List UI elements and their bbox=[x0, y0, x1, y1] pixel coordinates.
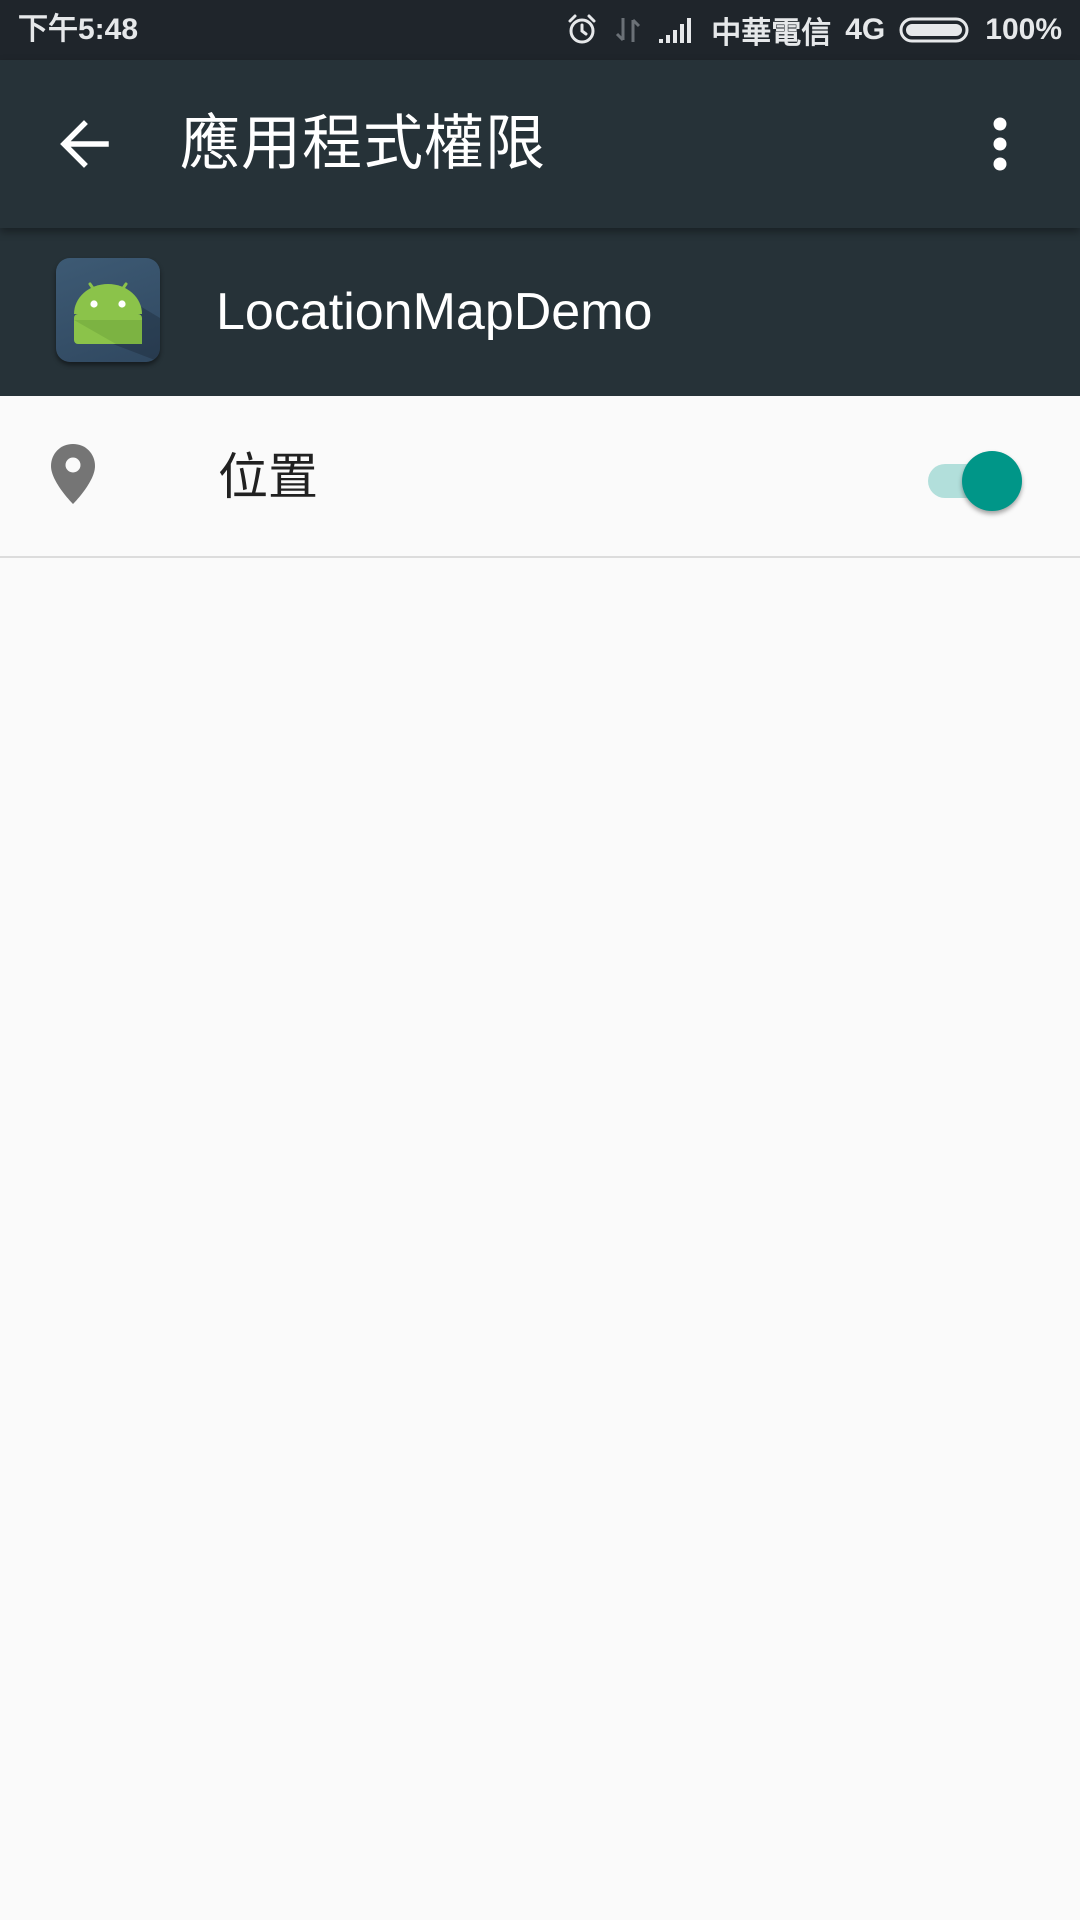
overflow-menu-button[interactable] bbox=[960, 104, 1040, 184]
signal-icon bbox=[657, 15, 697, 45]
permission-label: 位置 bbox=[218, 449, 318, 505]
network-type-label: 4G bbox=[845, 13, 886, 46]
switch-thumb bbox=[962, 451, 1022, 511]
app-name: LocationMapDemo bbox=[216, 283, 653, 341]
page-title: 應用程式權限 bbox=[180, 110, 546, 177]
battery-icon bbox=[899, 15, 971, 45]
alarm-icon bbox=[565, 13, 599, 47]
data-transfer-icon bbox=[613, 14, 643, 46]
app-header: LocationMapDemo bbox=[0, 228, 1080, 396]
battery-percent: 100% bbox=[985, 13, 1062, 46]
carrier-label: 中華電信 bbox=[711, 17, 832, 50]
location-permission-switch[interactable] bbox=[924, 451, 1024, 511]
location-pin-icon bbox=[48, 442, 98, 506]
status-icons: 中華電信 4G 100% bbox=[565, 0, 1062, 60]
android-icon bbox=[56, 258, 160, 362]
status-bar: 下午5:48 中華電信 4G 100% bbox=[0, 0, 1080, 60]
toolbar: 應用程式權限 bbox=[0, 60, 1080, 228]
status-time: 下午5:48 bbox=[18, 13, 139, 46]
permission-row-location[interactable]: 位置 bbox=[0, 396, 1080, 558]
arrow-back-icon bbox=[60, 120, 109, 168]
back-button[interactable] bbox=[44, 104, 124, 184]
more-vert-icon bbox=[993, 117, 1007, 171]
